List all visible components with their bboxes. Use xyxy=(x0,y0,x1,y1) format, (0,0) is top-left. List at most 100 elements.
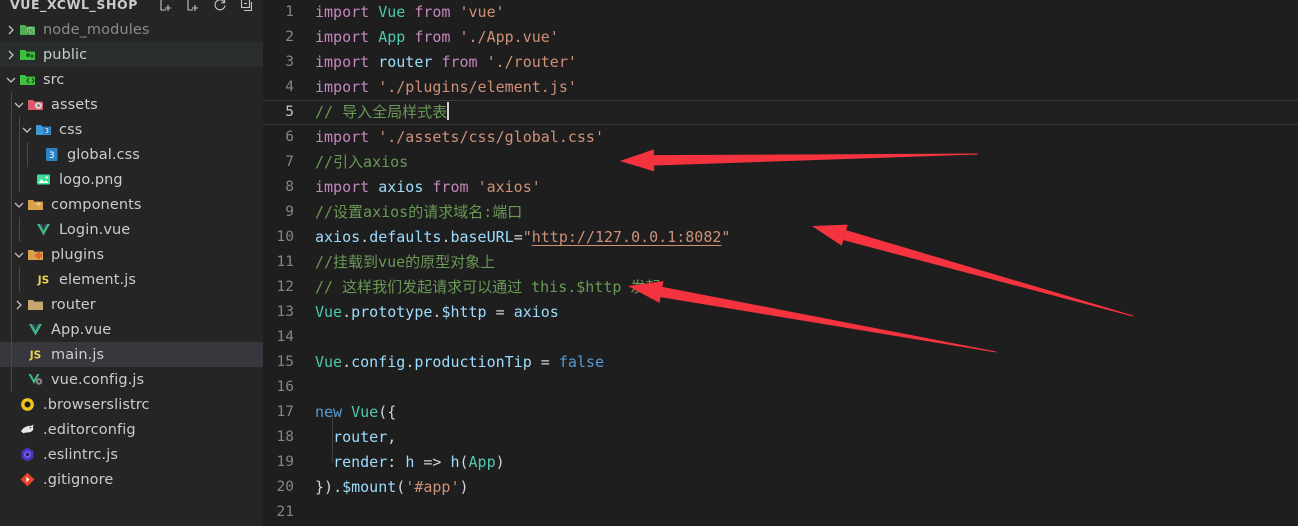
new-file-icon[interactable] xyxy=(158,0,174,13)
file-eslint-icon xyxy=(19,446,36,463)
line-number: 21 xyxy=(276,504,294,520)
collapse-all-icon[interactable] xyxy=(239,0,255,13)
tree-folder-css[interactable]: 3 css xyxy=(0,117,263,142)
indent-guide xyxy=(11,192,12,217)
tree-folder-public[interactable]: public xyxy=(0,42,263,67)
code-line[interactable]: 17 new Vue({ xyxy=(263,400,1298,425)
tree-item-label: .browserslistrc xyxy=(43,396,150,413)
code-indent-guide xyxy=(332,413,333,463)
chevron-down-icon[interactable] xyxy=(3,72,19,88)
code-line[interactable]: 18 router, xyxy=(263,425,1298,450)
refresh-icon[interactable] xyxy=(212,0,228,13)
code-lines[interactable]: 1 import Vue from 'vue' 2 import App from '… xyxy=(263,0,1298,526)
tree-folder-node-modules[interactable]: JS node_modules xyxy=(0,17,263,42)
vscode-window: VUE_XCWL_SHOP JS node_modules public src… xyxy=(0,0,1298,526)
code-line[interactable]: 15 Vue.config.productionTip = false xyxy=(263,350,1298,375)
svg-text:JS: JS xyxy=(37,275,49,287)
svg-text:3: 3 xyxy=(45,127,49,135)
code-line-text[interactable]: // 导入全局样式表 xyxy=(315,100,1298,125)
tree-file-logo-png[interactable]: logo.png xyxy=(0,167,263,192)
tree-item-label: .editorconfig xyxy=(43,421,136,438)
tree-folder-src[interactable]: src xyxy=(0,67,263,92)
chevron-right-icon[interactable] xyxy=(11,297,27,313)
file-git-icon xyxy=(19,471,36,488)
code-line-text[interactable]: import router from './router' xyxy=(315,50,1298,75)
code-line-text[interactable]: render: h => h(App) xyxy=(315,450,1298,475)
svg-text:JS: JS xyxy=(27,28,34,35)
code-line[interactable]: 20}).$mount('#app') xyxy=(263,475,1298,500)
code-line[interactable]: 4 import './plugins/element.js' xyxy=(263,75,1298,100)
tree-file-global-css[interactable]: 3 global.css xyxy=(0,142,263,167)
code-line[interactable]: 16 xyxy=(263,375,1298,400)
tree-file-element-js[interactable]: JS element.js xyxy=(0,267,263,292)
code-line[interactable]: 2 import App from './App.vue' xyxy=(263,25,1298,50)
tree-folder-plugins[interactable]: plugins xyxy=(0,242,263,267)
code-line[interactable]: 5 // 导入全局样式表 xyxy=(263,100,1298,125)
code-line[interactable]: 7 //引入axios xyxy=(263,150,1298,175)
tree-file-editorconfig[interactable]: .editorconfig xyxy=(0,417,263,442)
chevron-down-icon[interactable] xyxy=(19,122,35,138)
code-line[interactable]: 3 import router from './router' xyxy=(263,50,1298,75)
code-line-text[interactable]: import './plugins/element.js' xyxy=(315,75,1298,100)
code-line[interactable]: 10 axios.defaults.baseURL="http://127.0.0… xyxy=(263,225,1298,250)
line-number: 9 xyxy=(285,204,294,220)
code-line[interactable]: 8 import axios from 'axios' xyxy=(263,175,1298,200)
tree-file-app-vue[interactable]: App.vue xyxy=(0,317,263,342)
folder-assets-icon xyxy=(27,96,44,113)
tree-folder-assets[interactable]: assets xyxy=(0,92,263,117)
tree-folder-components[interactable]: components xyxy=(0,192,263,217)
indent-guide xyxy=(11,92,12,117)
code-line-text[interactable]: //挂载到vue的原型对象上 xyxy=(315,250,1298,275)
code-editor[interactable]: 1 import Vue from 'vue' 2 import App from '… xyxy=(263,0,1298,526)
chevron-right-icon[interactable] xyxy=(3,47,19,63)
code-line[interactable]: 9 //设置axios的请求域名:端口 xyxy=(263,200,1298,225)
code-line[interactable]: 11 //挂载到vue的原型对象上 xyxy=(263,250,1298,275)
tree-file-eslintrc-js[interactable]: .eslintrc.js xyxy=(0,442,263,467)
tree-folder-router[interactable]: router xyxy=(0,292,263,317)
code-line-text[interactable]: axios.defaults.baseURL="http://127.0.0.1… xyxy=(315,225,1298,250)
chevron-down-icon[interactable] xyxy=(11,247,27,263)
code-line-text[interactable]: // 这样我们发起请求可以通过 this.$http 发起 xyxy=(315,275,1298,300)
indent-guide xyxy=(11,117,12,142)
code-line[interactable]: 14 xyxy=(263,325,1298,350)
indent-guide xyxy=(11,242,12,267)
code-line-text[interactable]: import axios from 'axios' xyxy=(315,175,1298,200)
indent-guide xyxy=(11,292,12,317)
code-line[interactable]: 13 Vue.prototype.$http = axios xyxy=(263,300,1298,325)
code-line-text[interactable]: new Vue({ xyxy=(315,400,1298,425)
tree-item-label: plugins xyxy=(51,246,105,263)
tree-file-login-vue[interactable]: Login.vue xyxy=(0,217,263,242)
code-line-text[interactable]: import './assets/css/global.css' xyxy=(315,125,1298,150)
tree-file-browserslistrc[interactable]: .browserslistrc xyxy=(0,392,263,417)
code-line[interactable]: 12 // 这样我们发起请求可以通过 this.$http 发起 xyxy=(263,275,1298,300)
code-line-text[interactable]: Vue.prototype.$http = axios xyxy=(315,300,1298,325)
tree-file-main-js[interactable]: JS main.js xyxy=(0,342,263,367)
line-number: 4 xyxy=(285,79,294,95)
code-line-text[interactable]: //设置axios的请求域名:端口 xyxy=(315,200,1298,225)
code-line[interactable]: 19 render: h => h(App) xyxy=(263,450,1298,475)
code-line-text[interactable]: router, xyxy=(315,425,1298,450)
code-line[interactable]: 6 import './assets/css/global.css' xyxy=(263,125,1298,150)
line-number: 17 xyxy=(276,404,294,420)
file-vue-icon xyxy=(27,321,44,338)
tree-file-vue-config-js[interactable]: vue.config.js xyxy=(0,367,263,392)
line-number: 14 xyxy=(276,329,294,345)
line-number: 13 xyxy=(276,304,294,320)
code-line-text[interactable]: Vue.config.productionTip = false xyxy=(315,350,1298,375)
tree-item-label: .gitignore xyxy=(43,471,114,488)
code-line-text[interactable]: }).$mount('#app') xyxy=(315,475,1298,500)
tree-item-label: .eslintrc.js xyxy=(43,446,119,463)
explorer-title: VUE_XCWL_SHOP xyxy=(10,0,139,12)
code-line[interactable]: 1 import Vue from 'vue' xyxy=(263,0,1298,25)
explorer-actions xyxy=(158,0,255,13)
code-line-text[interactable]: //引入axios xyxy=(315,150,1298,175)
chevron-right-icon[interactable] xyxy=(3,22,19,38)
tree-file-gitignore[interactable]: .gitignore xyxy=(0,467,263,492)
chevron-down-icon[interactable] xyxy=(11,97,27,113)
indent-guide xyxy=(11,367,12,392)
code-line-text[interactable]: import Vue from 'vue' xyxy=(315,0,1298,25)
new-folder-icon[interactable] xyxy=(185,0,201,13)
chevron-down-icon[interactable] xyxy=(11,197,27,213)
code-line[interactable]: 21 xyxy=(263,500,1298,525)
code-line-text[interactable]: import App from './App.vue' xyxy=(315,25,1298,50)
